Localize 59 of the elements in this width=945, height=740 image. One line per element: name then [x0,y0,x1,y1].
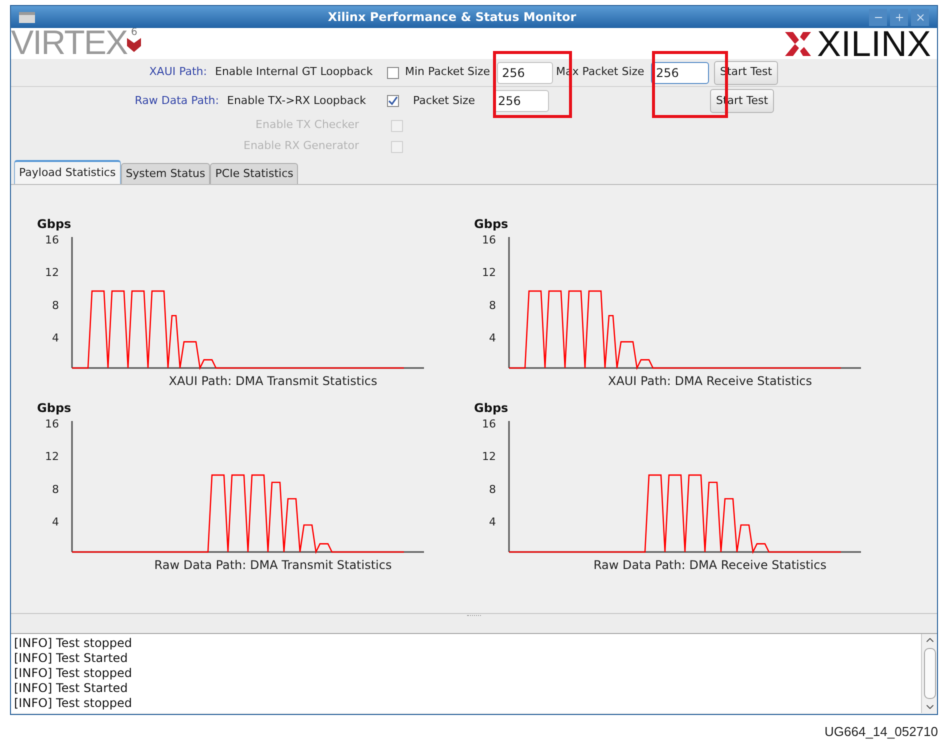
tick-label: 16 [45,233,59,246]
tick-label: 4 [52,516,59,529]
minimize-button[interactable] [869,8,887,26]
window-menu-icon[interactable] [19,12,35,22]
chart-caption: XAUI Path: DMA Transmit Statistics [168,374,378,388]
tick-label: 16 [482,233,496,246]
axis-title: Gbps [474,217,508,231]
tick-label: 8 [52,298,59,312]
logo-text: VIRTEX [11,28,128,59]
tick-label: 4 [52,332,59,345]
field-label: Packet Size [413,92,476,109]
field-label: Min Packet Size [405,64,492,80]
plus-icon [894,12,904,22]
checkbox-label: Enable Internal GT Loopback [215,64,374,80]
log-line: [INFO] Test Started [14,651,129,666]
checkmark-icon [388,96,398,106]
checkbox[interactable] [387,66,399,78]
tick-label: 16 [45,417,59,430]
log-line: [INFO] Test stopped [14,666,134,681]
tick-label: 8 [489,482,496,496]
tick-label: 4 [489,332,496,345]
axis-title: Gbps [37,217,72,231]
chart-caption: Raw Data Path: DMA Receive Statistics [594,558,826,572]
tick-label: 8 [489,298,496,312]
tick-label: 4 [489,516,496,529]
chart-caption: XAUI Path: DMA Receive Statistics [608,374,812,388]
axis-title: Gbps [474,401,508,415]
log-line: [INFO] Test Started [14,681,129,696]
checkbox-label: Enable RX Generator [242,138,359,154]
packet-size-field[interactable]: 256 [493,90,549,112]
figure-id: UG664_14_052710 [824,723,938,740]
section-label: XAUI Path: [148,64,207,80]
tick-label: 12 [482,266,496,280]
packet-size-field[interactable]: 256 [497,62,553,84]
tab[interactable]: PCIe Statistics [210,163,298,184]
axis-title: Gbps [37,401,72,415]
section-label: Raw Data Path: [134,92,219,109]
tick-label: 16 [482,417,496,430]
checkbox[interactable] [387,95,399,107]
chevron-icon [127,38,142,52]
tab[interactable]: Payload Statistics [14,160,121,184]
close-icon [914,12,926,22]
tick-label: 12 [45,450,59,464]
log-line: [INFO] Test stopped [14,696,134,711]
tick-label: 12 [45,266,59,280]
scrollbar[interactable] [921,634,937,713]
tab[interactable]: System Status [120,163,210,184]
close-button[interactable] [911,8,929,26]
checkbox-label: Enable TX Checker [254,117,359,134]
log-line: [INFO] Test stopped [14,636,134,651]
checkbox-label: Enable TX->RX Loopback [227,92,368,109]
window-title: Xilinx Performance & Status Monitor [328,9,576,26]
tick-label: 8 [52,482,59,496]
packet-size-field[interactable]: 256 [651,62,709,84]
logo-mark-icon [784,32,811,56]
chart-caption: Raw Data Path: DMA Transmit Statistics [154,558,392,572]
maximize-button[interactable] [890,8,908,26]
logo-text: XILINX [816,28,931,59]
tick-label: 12 [482,450,496,464]
